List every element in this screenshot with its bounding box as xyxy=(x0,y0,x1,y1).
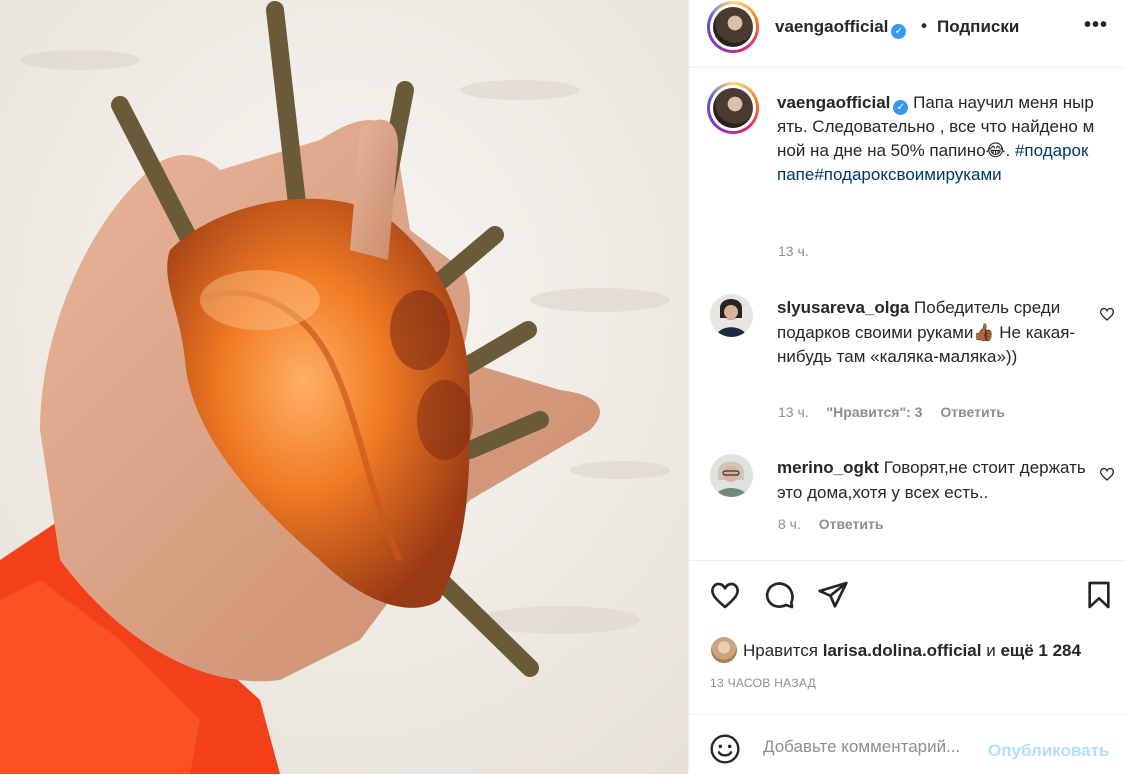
commenter-avatar[interactable] xyxy=(710,454,753,497)
comment-reply-button[interactable]: Ответить xyxy=(819,516,884,532)
likes-summary: Нравится larisa.dolina.official и ещё 1 … xyxy=(711,637,1081,663)
more-options-icon[interactable]: ••• xyxy=(1084,14,1108,37)
publish-button[interactable]: Опубликовать xyxy=(988,741,1109,761)
post-actions-bar: Нравится larisa.dolina.official и ещё 1 … xyxy=(689,560,1126,675)
liker-username-link[interactable]: larisa.dolina.official xyxy=(823,641,982,660)
add-comment-bar: Опубликовать xyxy=(689,714,1126,775)
caption-username-link[interactable]: vaengaofficial xyxy=(777,93,890,112)
likes-count-link[interactable]: ещё 1 284 xyxy=(1000,641,1081,660)
commenter-username-link[interactable]: merino_ogkt xyxy=(777,458,879,477)
like-heart-icon[interactable] xyxy=(709,579,741,611)
comment-timestamp[interactable]: 8 ч. xyxy=(778,516,801,532)
comment-likes-count[interactable]: "Нравится": 3 xyxy=(827,404,923,420)
post-photo[interactable] xyxy=(0,0,688,774)
likes-and: и xyxy=(986,641,996,660)
comment-like-heart-icon[interactable] xyxy=(1099,466,1115,482)
post-header: vaengaofficial ✓ • Подписки ••• xyxy=(689,0,1126,68)
shell-photo-illustration xyxy=(0,0,688,774)
emoji-smiley-icon[interactable] xyxy=(709,733,741,765)
comment-reply-button[interactable]: Ответить xyxy=(940,404,1005,420)
author-username-link[interactable]: vaengaofficial xyxy=(775,17,888,36)
following-button[interactable]: Подписки xyxy=(937,17,1019,37)
share-send-icon[interactable] xyxy=(817,579,849,611)
commenter-username-link[interactable]: slyusareva_olga xyxy=(777,298,909,317)
verified-badge-icon: ✓ xyxy=(891,24,907,39)
caption-avatar[interactable] xyxy=(707,82,759,134)
post-timestamp[interactable]: 13 ЧАСОВ НАЗАД xyxy=(710,676,816,690)
author-avatar[interactable] xyxy=(707,1,759,53)
separator-dot: • xyxy=(921,16,927,35)
post-side-panel: vaengaofficial ✓ • Подписки ••• vaengaoff… xyxy=(688,0,1126,774)
comment-timestamp[interactable]: 13 ч. xyxy=(778,404,809,420)
caption-timestamp[interactable]: 13 ч. xyxy=(778,243,809,259)
comment-input[interactable] xyxy=(763,737,983,757)
likes-prefix: Нравится xyxy=(743,641,819,660)
verified-badge-icon: ✓ xyxy=(893,100,909,115)
save-bookmark-icon[interactable] xyxy=(1083,579,1115,611)
comment-bubble-icon[interactable] xyxy=(764,579,796,611)
comment-like-heart-icon[interactable] xyxy=(1099,306,1115,322)
commenter-avatar[interactable] xyxy=(710,294,753,337)
liker-avatar[interactable] xyxy=(711,637,737,663)
